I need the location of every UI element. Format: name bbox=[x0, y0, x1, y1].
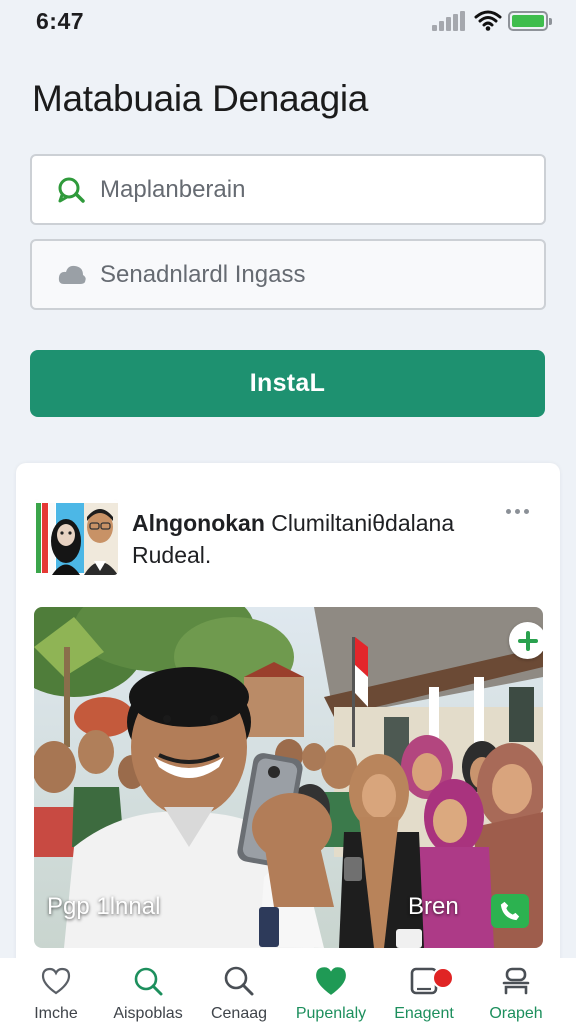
notification-icon bbox=[376, 964, 472, 998]
nav-item-imche[interactable]: Imche bbox=[8, 964, 104, 1024]
search-icon bbox=[100, 964, 196, 998]
secondary-field[interactable] bbox=[30, 239, 546, 310]
nav-label-orapeh: Orapeh bbox=[489, 1005, 543, 1022]
nav-item-aispoblas[interactable]: Aispoblas bbox=[100, 964, 196, 1024]
post-text: Alngonokan Clumiltaniθdalana Rudeal. bbox=[132, 507, 512, 571]
secondary-input[interactable] bbox=[100, 260, 544, 289]
nav-item-orapeh[interactable]: Orapeh bbox=[468, 964, 564, 1024]
phone-icon bbox=[500, 901, 520, 921]
post-card: Alngonokan Clumiltaniθdalana Rudeal. Pgp… bbox=[16, 463, 560, 1024]
status-bar: 6:47 bbox=[0, 0, 576, 44]
more-options-button[interactable] bbox=[506, 503, 534, 519]
nav-label-pupenlaly: Pupenlaly bbox=[295, 1005, 367, 1022]
nav-label-cenaag: Cenaag bbox=[210, 1005, 268, 1022]
page-title: Matabuaia Denaagia bbox=[32, 78, 369, 119]
nav-item-cenaag[interactable]: Cenaag bbox=[191, 964, 287, 1024]
status-time: 6:47 bbox=[36, 8, 85, 34]
post-photo[interactable]: Pgp 1lnnal Bren bbox=[34, 607, 543, 948]
heart-filled-icon bbox=[283, 964, 379, 998]
battery-level bbox=[512, 15, 544, 27]
search-field[interactable] bbox=[30, 154, 546, 225]
search-input[interactable] bbox=[100, 175, 544, 204]
nav-label-enagent: Enagent bbox=[394, 1005, 454, 1022]
bottom-nav: Imche Aispoblas Cenaag Pupenlaly Enagent… bbox=[0, 958, 576, 1024]
nav-item-pupenlaly[interactable]: Pupenlaly bbox=[283, 964, 379, 1024]
search-icon bbox=[191, 964, 287, 998]
call-button[interactable] bbox=[491, 894, 529, 928]
caption-right: Bren bbox=[408, 893, 459, 920]
plus-icon bbox=[517, 630, 538, 651]
battery-icon bbox=[508, 11, 552, 31]
add-button[interactable] bbox=[509, 622, 543, 659]
caption-left: Pgp 1lnnal bbox=[47, 893, 161, 920]
heart-outline-icon bbox=[8, 964, 104, 998]
nav-label-imche: Imche bbox=[34, 1005, 78, 1022]
nav-label-aispoblas: Aispoblas bbox=[113, 1005, 183, 1022]
wifi-icon bbox=[474, 10, 502, 31]
nav-item-enagent[interactable]: Enagent bbox=[376, 964, 472, 1024]
post-author: Alngonokan bbox=[132, 510, 265, 536]
chat-search-icon bbox=[56, 174, 88, 206]
avatar[interactable] bbox=[34, 499, 118, 575]
install-button[interactable]: InstaL bbox=[30, 350, 545, 417]
notification-badge bbox=[432, 967, 454, 989]
signal-icon bbox=[432, 11, 466, 31]
profile-icon bbox=[468, 964, 564, 998]
cloud-icon bbox=[56, 259, 88, 291]
